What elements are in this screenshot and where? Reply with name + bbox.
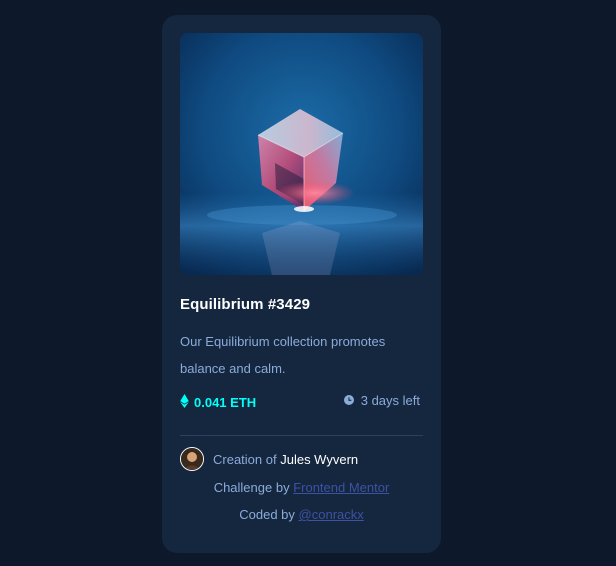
nft-card: Equilibrium #3429 Our Equilibrium collec…	[162, 15, 441, 553]
creator-text: Creation of Jules Wyvern	[213, 452, 358, 467]
creator-prefix: Creation of	[213, 451, 277, 467]
clock-icon	[343, 393, 354, 408]
coded-prefix: Coded by	[239, 507, 295, 522]
price-value: 0.041 ETH	[194, 395, 257, 410]
frontend-mentor-link[interactable]: Frontend Mentor	[293, 480, 389, 495]
avatar	[180, 447, 204, 471]
nft-title[interactable]: Equilibrium #3429	[180, 296, 310, 313]
time-left-value: 3 days left	[360, 393, 420, 408]
creator-row: Creation of Jules Wyvern	[180, 447, 358, 471]
ethereum-icon	[180, 394, 189, 411]
time-info: 3 days left	[343, 393, 420, 408]
coded-attribution: Coded by @conrackx	[162, 507, 441, 522]
challenge-prefix: Challenge by	[213, 480, 290, 495]
challenge-attribution: Challenge by Frontend Mentor	[162, 480, 441, 495]
price-info: 0.041 ETH	[180, 394, 256, 411]
creator-name-link[interactable]: Jules Wyvern	[280, 452, 358, 467]
page: Equilibrium #3429 Our Equilibrium collec…	[0, 0, 616, 566]
author-link[interactable]: @conrackx	[299, 507, 364, 522]
nft-description: Our Equilibrium collection promotes bala…	[180, 334, 386, 376]
divider	[180, 435, 423, 436]
equilibrium-cube-image	[180, 33, 423, 275]
nft-image[interactable]	[180, 33, 423, 275]
